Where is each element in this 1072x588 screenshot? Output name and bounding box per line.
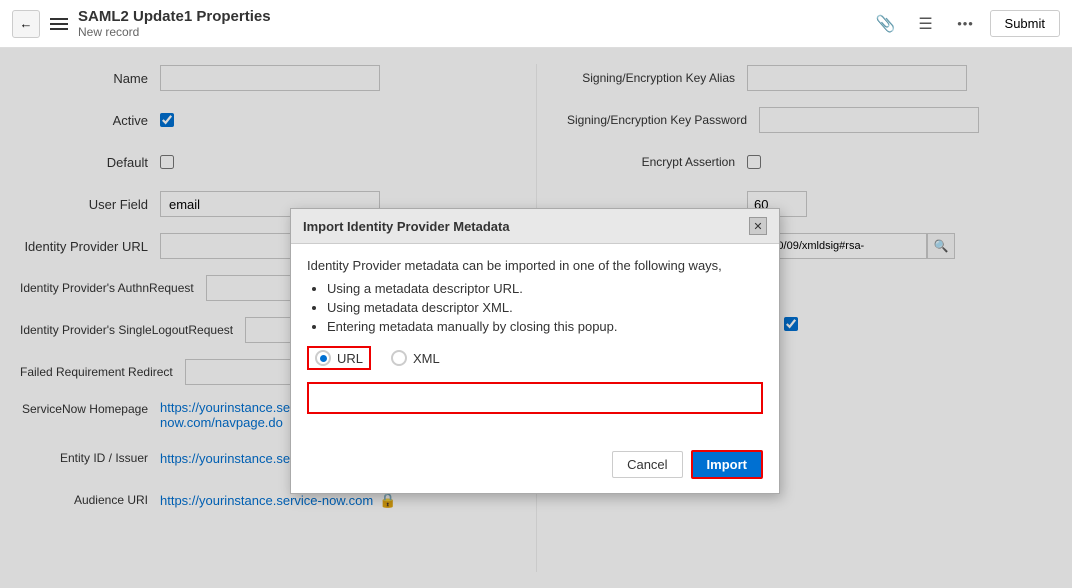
modal-close-button[interactable]: ✕ bbox=[749, 217, 767, 235]
xml-radio-option[interactable]: XML bbox=[391, 350, 440, 366]
hamburger-line bbox=[50, 18, 68, 20]
hamburger-line bbox=[50, 23, 68, 25]
header-right: 📎 ☰ ••• Submit bbox=[870, 8, 1060, 40]
modal-bullet-2: Using metadata descriptor XML. bbox=[327, 300, 763, 315]
cancel-button[interactable]: Cancel bbox=[612, 451, 682, 478]
import-button[interactable]: Import bbox=[691, 450, 763, 479]
modal-bullet-list: Using a metadata descriptor URL. Using m… bbox=[327, 281, 763, 334]
url-radio-label: URL bbox=[337, 351, 363, 366]
modal-backdrop: Import Identity Provider Metadata ✕ Iden… bbox=[0, 48, 1072, 588]
url-input[interactable] bbox=[309, 384, 761, 412]
url-input-wrap bbox=[307, 382, 763, 414]
header-title-group: SAML2 Update1 Properties New record bbox=[78, 8, 271, 39]
back-button[interactable]: ← bbox=[12, 10, 40, 38]
page-subtitle: New record bbox=[78, 25, 271, 39]
modal-bullet-1: Using a metadata descriptor URL. bbox=[327, 281, 763, 296]
main-area: Name Active Default User Field bbox=[0, 48, 1072, 588]
modal-body-text: Identity Provider metadata can be import… bbox=[307, 258, 763, 273]
xml-radio-label: XML bbox=[413, 351, 440, 366]
hamburger-line bbox=[50, 28, 68, 30]
radio-group: URL XML bbox=[307, 346, 763, 370]
header-left: ← SAML2 Update1 Properties New record bbox=[12, 8, 271, 39]
modal-header: Import Identity Provider Metadata ✕ bbox=[291, 209, 779, 244]
page-title: SAML2 Update1 Properties bbox=[78, 8, 271, 25]
xml-radio-inner bbox=[396, 355, 403, 362]
url-radio-inner bbox=[320, 355, 327, 362]
url-radio-outer bbox=[315, 350, 331, 366]
import-metadata-modal: Import Identity Provider Metadata ✕ Iden… bbox=[290, 208, 780, 494]
modal-bullet-3: Entering metadata manually by closing th… bbox=[327, 319, 763, 334]
url-radio-option[interactable]: URL bbox=[307, 346, 371, 370]
back-icon: ← bbox=[20, 16, 33, 31]
hamburger-menu[interactable] bbox=[50, 18, 68, 30]
sliders-button[interactable]: ☰ bbox=[910, 8, 942, 40]
modal-title: Import Identity Provider Metadata bbox=[303, 219, 510, 234]
paperclip-button[interactable]: 📎 bbox=[870, 8, 902, 40]
modal-footer: Cancel Import bbox=[291, 442, 779, 493]
more-icon: ••• bbox=[957, 16, 974, 31]
header: ← SAML2 Update1 Properties New record 📎 … bbox=[0, 0, 1072, 48]
modal-body: Identity Provider metadata can be import… bbox=[291, 244, 779, 442]
submit-button[interactable]: Submit bbox=[990, 10, 1060, 37]
paperclip-icon: 📎 bbox=[876, 14, 896, 34]
more-button[interactable]: ••• bbox=[950, 8, 982, 40]
sliders-icon: ☰ bbox=[918, 14, 932, 34]
xml-radio-outer bbox=[391, 350, 407, 366]
